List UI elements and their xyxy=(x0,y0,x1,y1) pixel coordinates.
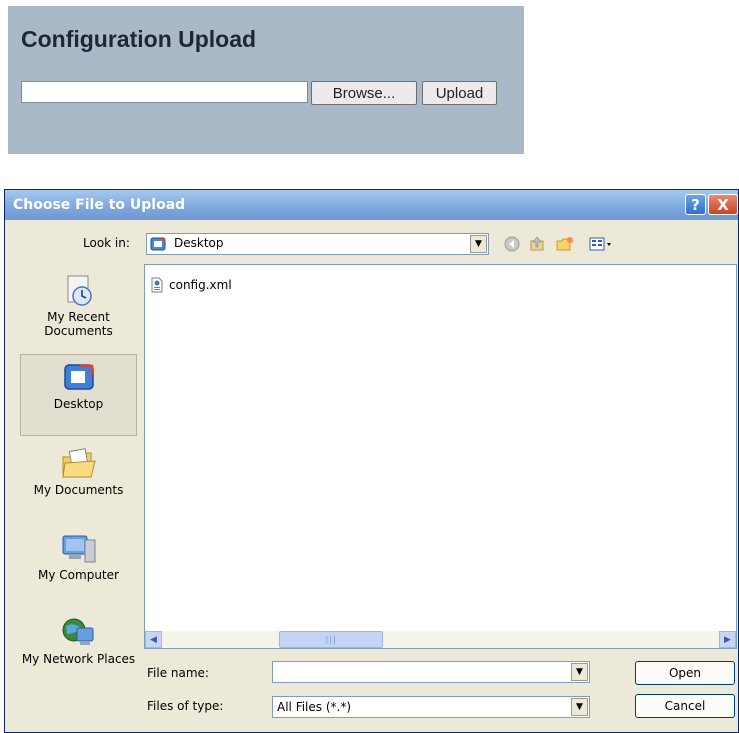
recent-documents-icon xyxy=(67,275,92,306)
cancel-button[interactable]: Cancel xyxy=(635,694,735,718)
list-item[interactable]: config.xml xyxy=(149,277,232,293)
place-label: My Network Places xyxy=(21,652,136,666)
new-folder-icon[interactable] xyxy=(556,235,574,253)
choose-file-dialog: Choose File to Upload ? X Look in: Deskt… xyxy=(4,189,739,733)
close-button[interactable]: X xyxy=(708,194,738,215)
file-name: config.xml xyxy=(169,278,232,292)
configuration-upload-panel: Configuration Upload Browse... Upload xyxy=(8,6,524,154)
my-computer-icon xyxy=(62,535,95,563)
upload-title: Configuration Upload xyxy=(21,26,257,52)
view-menu-icon[interactable] xyxy=(588,235,614,253)
chevron-down-icon[interactable]: ▼ xyxy=(571,698,588,716)
file-name-input[interactable]: ▼ xyxy=(272,661,590,683)
file-path-input[interactable] xyxy=(21,81,308,103)
scroll-left-icon[interactable]: ◀ xyxy=(145,631,162,648)
network-places-icon xyxy=(62,618,93,645)
place-label: My Computer xyxy=(38,568,119,582)
desktop-icon xyxy=(150,237,166,251)
dialog-title: Choose File to Upload xyxy=(13,197,186,213)
file-list[interactable]: config.xml ◀ ||| ▶ xyxy=(144,264,737,649)
place-my-computer[interactable]: My Computer xyxy=(20,532,137,582)
place-desktop[interactable]: Desktop xyxy=(20,354,137,436)
horizontal-scrollbar[interactable]: ◀ ||| ▶ xyxy=(145,631,736,648)
files-of-type-dropdown[interactable]: All Files (*.*) ▼ xyxy=(272,696,590,718)
place-label: Desktop xyxy=(53,397,104,411)
file-name-label: File name: xyxy=(147,666,209,680)
help-button[interactable]: ? xyxy=(685,194,706,215)
scroll-thumb[interactable]: ||| xyxy=(279,631,383,648)
files-of-type-label: Files of type: xyxy=(147,699,224,713)
places-bar: My Recent Documents Desktop My Documents xyxy=(20,264,137,724)
chevron-down-icon[interactable]: ▼ xyxy=(470,235,487,253)
place-label: My Documents xyxy=(33,483,124,497)
open-button[interactable]: Open xyxy=(635,661,735,685)
my-documents-icon xyxy=(61,448,96,478)
look-in-value: Desktop xyxy=(174,236,224,250)
place-my-documents[interactable]: My Documents xyxy=(20,447,137,497)
dialog-titlebar[interactable]: Choose File to Upload ? X xyxy=(5,190,738,220)
look-in-dropdown[interactable]: Desktop ▼ xyxy=(146,233,489,255)
browse-button[interactable]: Browse... xyxy=(311,81,417,105)
upload-button[interactable]: Upload xyxy=(422,81,497,105)
place-my-network-places[interactable]: My Network Places xyxy=(20,616,137,666)
xml-file-icon xyxy=(151,277,163,293)
scroll-right-icon[interactable]: ▶ xyxy=(719,631,736,648)
files-of-type-value: All Files (*.*) xyxy=(277,700,352,714)
place-label: My Recent Documents xyxy=(44,310,113,338)
up-folder-icon[interactable] xyxy=(528,235,546,253)
look-in-label: Look in: xyxy=(83,236,130,250)
chevron-down-icon[interactable]: ▼ xyxy=(571,663,588,681)
place-my-recent-documents[interactable]: My Recent Documents xyxy=(20,274,137,338)
desktop-icon xyxy=(63,364,94,390)
back-icon[interactable] xyxy=(503,235,521,253)
